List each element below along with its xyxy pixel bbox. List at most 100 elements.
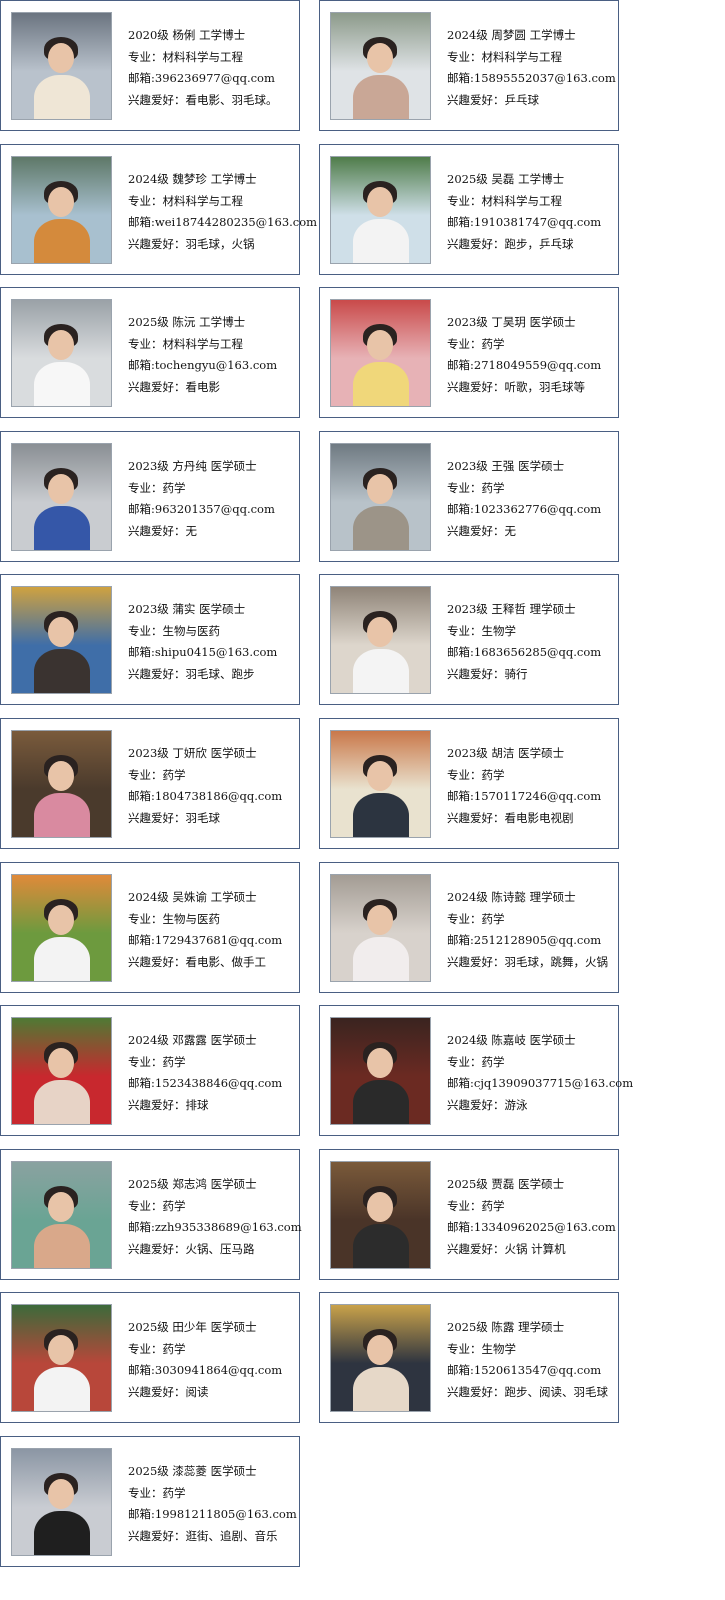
profile-card: 2023级 丁妍欣 医学硕士 专业：药学 邮箱:1804738186@qq.com 兴… (0, 718, 300, 849)
profile-card: 2025级 吴磊 工学博士 专业：材料科学与工程 邮箱:1910381747@qq.… (319, 144, 619, 275)
hobby-value: 看电影、做手工 (185, 954, 267, 969)
profile-major: 专业：药学 (447, 478, 601, 500)
profile-major: 专业：材料科学与工程 (128, 334, 277, 356)
profile-email: 邮箱:963201357@qq.com (128, 499, 275, 521)
major-label: 专业： (128, 767, 163, 782)
hobby-label: 兴趣爱好： (447, 1097, 505, 1112)
major-label: 专业： (128, 1054, 163, 1069)
profile-card: 2025级 田少年 医学硕士 专业：药学 邮箱:3030941864@qq.com 兴… (0, 1292, 300, 1423)
profile-email: 邮箱:zzh935338689@163.com (128, 1217, 302, 1239)
hobby-label: 兴趣爱好： (128, 954, 186, 969)
profile-title: 2024级 邓露露 医学硕士 (128, 1033, 257, 1047)
profile-photo (330, 1161, 431, 1269)
email-value: 1570117246@qq.com (473, 789, 602, 803)
profile-major: 专业：材料科学与工程 (128, 47, 278, 69)
hobby-label: 兴趣爱好： (447, 1241, 505, 1256)
major-value: 药学 (162, 480, 186, 495)
profile-email: 邮箱:1520613547@qq.com (447, 1360, 608, 1382)
email-label: 邮箱: (128, 215, 155, 229)
email-label: 邮箱: (128, 358, 155, 372)
major-value: 材料科学与工程 (162, 336, 244, 351)
hobby-value: 排球 (185, 1097, 209, 1112)
hobby-value: 羽毛球，火锅 (185, 236, 255, 251)
profile-email: 邮箱:1570117246@qq.com (447, 786, 601, 808)
hobby-value: 阅读 (185, 1384, 209, 1399)
email-value: shipu0415@163.com (154, 645, 278, 659)
hobby-label: 兴趣爱好： (447, 523, 505, 538)
major-label: 专业： (128, 49, 163, 64)
profile-major: 专业：药学 (447, 909, 608, 931)
profile-card: 2023级 王释哲 理学硕士 专业：生物学 邮箱:1683656285@qq.com… (319, 574, 619, 705)
profile-hobby: 兴趣爱好：看电影、做手工 (128, 952, 282, 974)
profile-hobby: 兴趣爱好：火锅、压马路 (128, 1239, 302, 1261)
profile-title: 2020级 杨俐 工学博士 (128, 28, 246, 42)
email-value: 19981211805@163.com (154, 1507, 297, 1521)
major-value: 材料科学与工程 (481, 49, 563, 64)
profile-card: 2024级 陈嘉岐 医学硕士 专业：药学 邮箱:cjq13909037715@163… (319, 1005, 633, 1136)
profile-major: 专业：药学 (447, 765, 601, 787)
profile-card: 2023级 方丹纯 医学硕士 专业：药学 邮箱:963201357@qq.com 兴趣… (0, 431, 300, 562)
email-value: 1520613547@qq.com (473, 1363, 602, 1377)
profile-email: 邮箱:19981211805@163.com (128, 1504, 297, 1526)
major-value: 材料科学与工程 (162, 49, 244, 64)
profile-card: 2023级 王强 医学硕士 专业：药学 邮箱:1023362776@qq.com 兴趣… (319, 431, 619, 562)
email-value: 1683656285@qq.com (473, 645, 602, 659)
email-label: 邮箱: (128, 645, 155, 659)
email-label: 邮箱: (128, 933, 155, 947)
hobby-value: 跑步，乒乓球 (504, 236, 574, 251)
profile-photo (11, 730, 112, 838)
profile-info: 2024级 陈嘉岐 医学硕士 专业：药学 邮箱:cjq13909037715@163… (447, 1030, 633, 1116)
profile-card: 2023级 蒲实 医学硕士 专业：生物与医药 邮箱:shipu0415@163.co… (0, 574, 300, 705)
profile-email: 邮箱:shipu0415@163.com (128, 642, 277, 664)
profile-email: 邮箱:cjq13909037715@163.com (447, 1073, 633, 1095)
profile-info: 2025级 陈沅 工学博士 专业：材料科学与工程 邮箱:tochengyu@163.… (128, 312, 277, 398)
major-label: 专业： (128, 1198, 163, 1213)
profile-title: 2023级 王强 医学硕士 (447, 459, 565, 473)
profile-photo (330, 12, 431, 120)
profile-title: 2025级 田少年 医学硕士 (128, 1320, 257, 1334)
profile-hobby: 兴趣爱好：羽毛球 (128, 808, 282, 830)
profile-photo (330, 874, 431, 982)
profile-card: 2024级 周梦圆 工学博士 专业：材料科学与工程 邮箱:15895552037@1… (319, 0, 619, 131)
profile-info: 2023级 方丹纯 医学硕士 专业：药学 邮箱:963201357@qq.com 兴趣… (128, 456, 275, 542)
profile-photo (11, 1161, 112, 1269)
profile-hobby: 兴趣爱好：无 (128, 521, 275, 543)
major-label: 专业： (447, 193, 482, 208)
profile-photo (11, 156, 112, 264)
email-label: 邮箱: (447, 933, 474, 947)
major-value: 药学 (481, 336, 505, 351)
profile-major: 专业：生物学 (447, 621, 601, 643)
profile-photo (11, 1017, 112, 1125)
profile-card: 2024级 陈诗懿 理学硕士 专业：药学 邮箱:2512128905@qq.com 兴… (319, 862, 619, 993)
major-value: 药学 (481, 1198, 505, 1213)
hobby-value: 无 (185, 523, 198, 538)
major-label: 专业： (447, 1198, 482, 1213)
profile-hobby: 兴趣爱好：羽毛球，跳舞，火锅 (447, 952, 608, 974)
major-value: 生物学 (481, 623, 517, 638)
major-label: 专业： (447, 49, 482, 64)
email-label: 邮箱: (447, 215, 474, 229)
major-label: 专业： (128, 193, 163, 208)
profile-email: 邮箱:13340962025@163.com (447, 1217, 616, 1239)
profile-photo (330, 730, 431, 838)
profile-email: 邮箱:2718049559@qq.com (447, 355, 601, 377)
profile-email: 邮箱:15895552037@163.com (447, 68, 616, 90)
profile-email: 邮箱:1910381747@qq.com (447, 212, 601, 234)
profile-title: 2024级 魏梦珍 工学博士 (128, 172, 257, 186)
major-label: 专业： (447, 623, 482, 638)
hobby-label: 兴趣爱好： (128, 1384, 186, 1399)
email-value: cjq13909037715@163.com (473, 1076, 634, 1090)
profile-photo (330, 299, 431, 407)
profile-photo (330, 1304, 431, 1412)
major-label: 专业： (128, 480, 163, 495)
hobby-value: 羽毛球、跑步 (185, 666, 255, 681)
email-label: 邮箱: (128, 1507, 155, 1521)
profile-hobby: 兴趣爱好：乒乓球 (447, 90, 616, 112)
email-value: 2718049559@qq.com (473, 358, 602, 372)
profile-photo (330, 156, 431, 264)
major-value: 药学 (162, 1054, 186, 1069)
hobby-value: 听歌，羽毛球等 (504, 379, 586, 394)
major-label: 专业： (128, 1341, 163, 1356)
hobby-label: 兴趣爱好： (447, 954, 505, 969)
profile-major: 专业：生物与医药 (128, 909, 282, 931)
